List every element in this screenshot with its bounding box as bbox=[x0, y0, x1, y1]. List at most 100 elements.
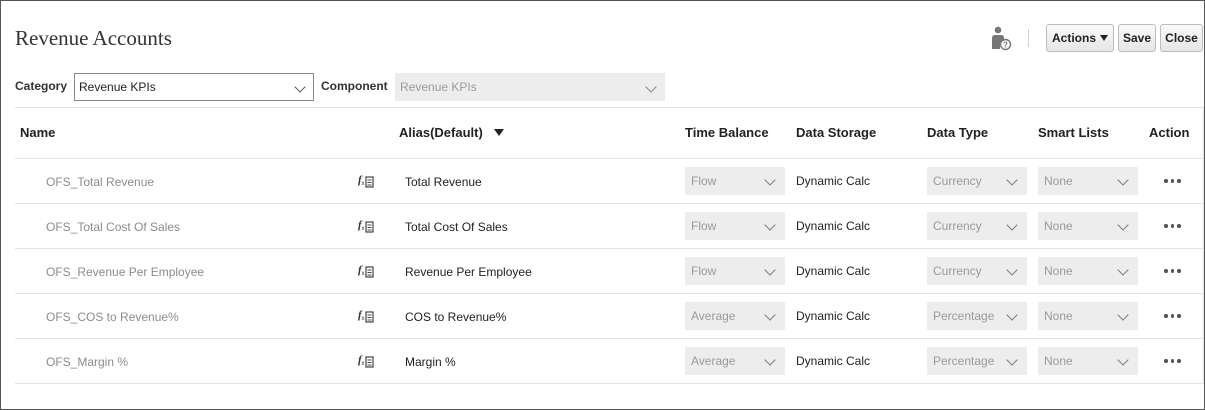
time-balance-value: Flow bbox=[691, 219, 717, 233]
user-help-icon[interactable]: ? bbox=[990, 25, 1012, 51]
member-alias[interactable]: Margin % bbox=[405, 355, 456, 369]
data-storage-value: Dynamic Calc bbox=[796, 174, 871, 188]
chevron-down-icon bbox=[764, 309, 776, 321]
table-right-border bbox=[1203, 107, 1204, 384]
member-name[interactable]: OFS_Revenue Per Employee bbox=[46, 265, 204, 279]
chevron-down-icon bbox=[1006, 219, 1018, 231]
chevron-down-icon bbox=[1117, 309, 1129, 321]
chevron-down-icon bbox=[764, 264, 776, 276]
smart-list-value: None bbox=[1044, 354, 1073, 368]
member-alias[interactable]: Total Cost Of Sales bbox=[405, 220, 508, 234]
actions-button-label: Actions bbox=[1052, 31, 1097, 45]
table-top-divider bbox=[15, 107, 1203, 108]
member-alias[interactable]: COS to Revenue% bbox=[405, 310, 506, 324]
chevron-down-icon bbox=[1117, 354, 1129, 366]
sort-descending-icon[interactable] bbox=[493, 129, 504, 136]
smart-list-value: None bbox=[1044, 264, 1073, 278]
table-row[interactable]: OFS_Total Revenue f x Total Revenue Flow… bbox=[15, 159, 1203, 204]
svg-text:x: x bbox=[362, 316, 365, 322]
close-button[interactable]: Close bbox=[1160, 24, 1203, 52]
chevron-down-icon bbox=[1006, 354, 1018, 366]
smart-list-select[interactable]: None bbox=[1038, 167, 1138, 195]
smart-list-value: None bbox=[1044, 174, 1073, 188]
smart-list-select[interactable]: None bbox=[1038, 347, 1138, 375]
column-header-alias[interactable]: Alias(Default) bbox=[399, 125, 504, 140]
table-row[interactable]: OFS_Revenue Per Employee f x Revenue Per… bbox=[15, 249, 1203, 294]
member-formula-icon[interactable]: f x bbox=[358, 352, 376, 370]
member-formula-icon[interactable]: f x bbox=[358, 217, 376, 235]
smart-list-select[interactable]: None bbox=[1038, 212, 1138, 240]
data-storage-value: Dynamic Calc bbox=[796, 354, 871, 368]
column-header-smart-lists[interactable]: Smart Lists bbox=[1038, 125, 1109, 140]
component-label: Component bbox=[321, 79, 388, 93]
data-storage-value: Dynamic Calc bbox=[796, 219, 871, 233]
member-name[interactable]: OFS_Total Cost Of Sales bbox=[46, 220, 180, 234]
data-type-value: Percentage bbox=[933, 309, 995, 323]
smart-list-value: None bbox=[1044, 309, 1073, 323]
data-storage-value: Dynamic Calc bbox=[796, 264, 871, 278]
svg-text:x: x bbox=[362, 226, 365, 232]
data-type-select[interactable]: Currency bbox=[927, 257, 1027, 285]
more-actions-icon[interactable] bbox=[1164, 314, 1181, 318]
time-balance-value: Flow bbox=[691, 264, 717, 278]
member-formula-icon[interactable]: f x bbox=[358, 262, 376, 280]
member-name[interactable]: OFS_Total Revenue bbox=[46, 175, 154, 189]
member-name[interactable]: OFS_COS to Revenue% bbox=[46, 310, 179, 324]
member-formula-icon[interactable]: f x bbox=[358, 172, 376, 190]
smart-list-select[interactable]: None bbox=[1038, 257, 1138, 285]
category-select-value: Revenue KPIs bbox=[79, 80, 156, 94]
column-header-name[interactable]: Name bbox=[20, 125, 55, 140]
data-type-select[interactable]: Percentage bbox=[927, 302, 1027, 330]
component-select-value: Revenue KPIs bbox=[400, 80, 477, 94]
toolbar-divider bbox=[1028, 29, 1029, 47]
time-balance-value: Average bbox=[691, 354, 736, 368]
more-actions-icon[interactable] bbox=[1164, 224, 1181, 228]
chevron-down-icon bbox=[1117, 174, 1129, 186]
column-header-time-balance[interactable]: Time Balance bbox=[685, 125, 769, 140]
time-balance-select[interactable]: Average bbox=[685, 347, 785, 375]
chevron-down-icon bbox=[1117, 219, 1129, 231]
column-header-alias-label: Alias(Default) bbox=[399, 125, 483, 140]
svg-text:?: ? bbox=[1003, 41, 1008, 50]
data-type-value: Currency bbox=[933, 264, 982, 278]
toolbar: ? Actions Save Close bbox=[990, 24, 1203, 52]
member-formula-icon[interactable]: f x bbox=[358, 307, 376, 325]
save-button[interactable]: Save bbox=[1118, 24, 1156, 52]
data-type-select[interactable]: Currency bbox=[927, 167, 1027, 195]
caret-down-icon bbox=[1100, 35, 1109, 41]
svg-text:x: x bbox=[362, 361, 365, 367]
chevron-down-icon bbox=[645, 81, 657, 93]
chevron-down-icon bbox=[1006, 174, 1018, 186]
smart-list-value: None bbox=[1044, 219, 1073, 233]
more-actions-icon[interactable] bbox=[1164, 269, 1181, 273]
data-type-select[interactable]: Percentage bbox=[927, 347, 1027, 375]
column-header-data-storage[interactable]: Data Storage bbox=[796, 125, 876, 140]
more-actions-icon[interactable] bbox=[1164, 179, 1181, 183]
component-select[interactable]: Revenue KPIs bbox=[395, 73, 665, 101]
svg-text:x: x bbox=[362, 181, 365, 187]
category-select[interactable]: Revenue KPIs bbox=[74, 73, 314, 101]
smart-list-select[interactable]: None bbox=[1038, 302, 1138, 330]
column-header-action[interactable]: Action bbox=[1149, 125, 1189, 140]
member-alias[interactable]: Total Revenue bbox=[405, 175, 482, 189]
chevron-down-icon bbox=[1006, 309, 1018, 321]
table-row[interactable]: OFS_Margin % f x Margin % Average Dynami… bbox=[15, 339, 1203, 384]
time-balance-value: Average bbox=[691, 309, 736, 323]
data-type-select[interactable]: Currency bbox=[927, 212, 1027, 240]
more-actions-icon[interactable] bbox=[1164, 359, 1181, 363]
page-title: Revenue Accounts bbox=[15, 26, 172, 50]
column-header-data-type[interactable]: Data Type bbox=[927, 125, 988, 140]
actions-button[interactable]: Actions bbox=[1046, 24, 1114, 52]
member-alias[interactable]: Revenue Per Employee bbox=[405, 265, 532, 279]
member-name[interactable]: OFS_Margin % bbox=[46, 355, 128, 369]
time-balance-select[interactable]: Flow bbox=[685, 212, 785, 240]
time-balance-select[interactable]: Average bbox=[685, 302, 785, 330]
time-balance-select[interactable]: Flow bbox=[685, 257, 785, 285]
svg-text:x: x bbox=[362, 271, 365, 277]
data-type-value: Currency bbox=[933, 219, 982, 233]
data-storage-value: Dynamic Calc bbox=[796, 309, 871, 323]
table-row[interactable]: OFS_COS to Revenue% f x COS to Revenue% … bbox=[15, 294, 1203, 339]
chevron-down-icon bbox=[1117, 264, 1129, 276]
time-balance-select[interactable]: Flow bbox=[685, 167, 785, 195]
table-row[interactable]: OFS_Total Cost Of Sales f x Total Cost O… bbox=[15, 204, 1203, 249]
